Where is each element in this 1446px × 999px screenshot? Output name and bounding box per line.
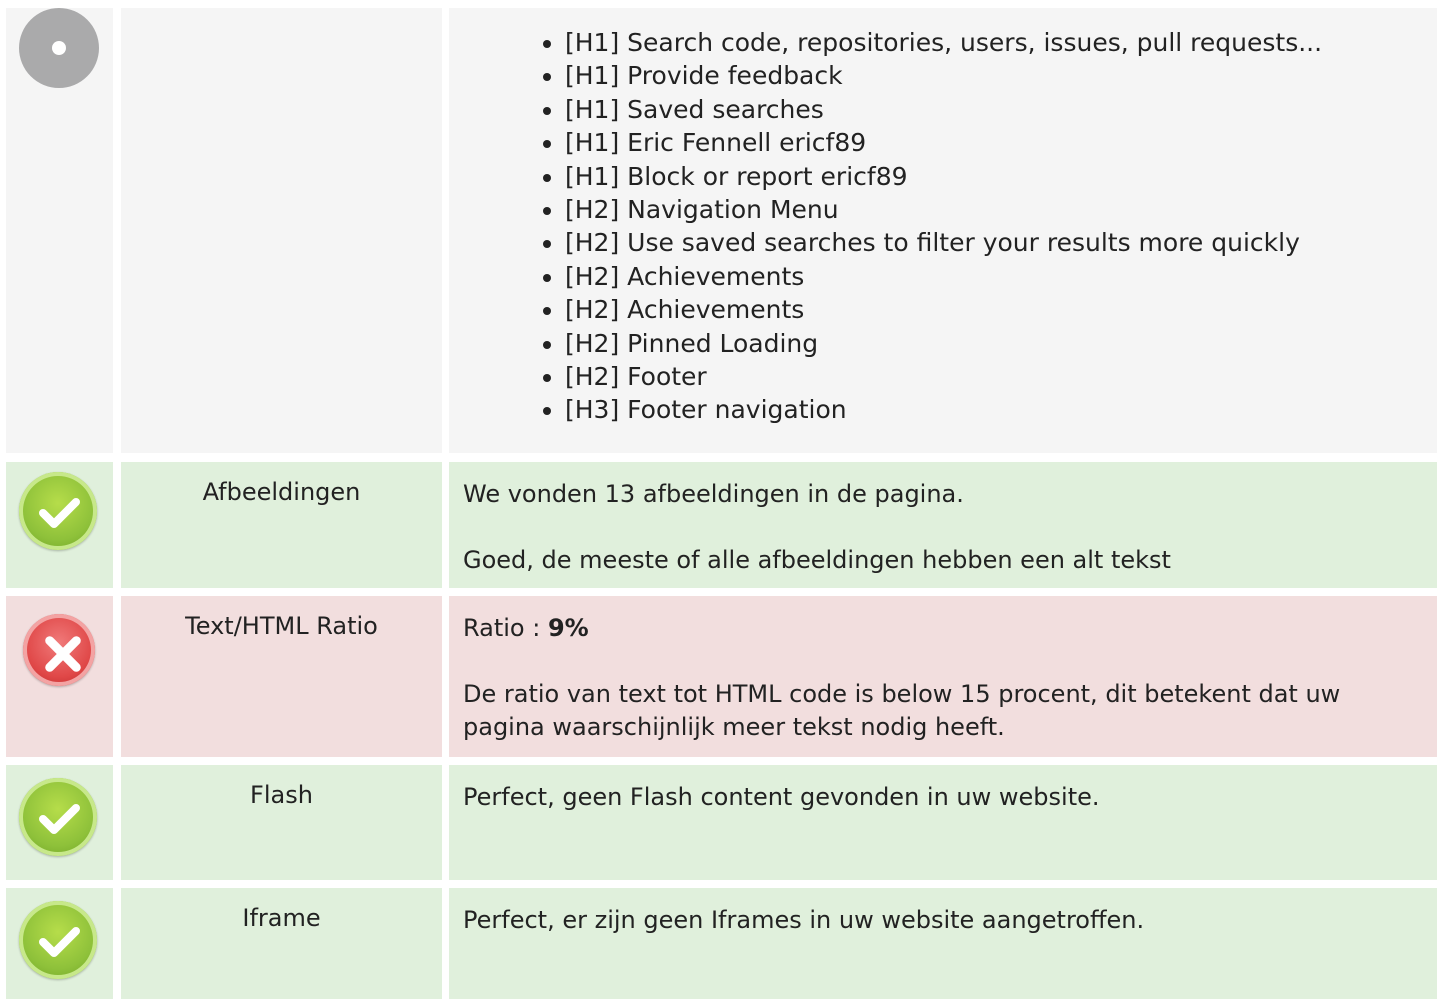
list-item: [H2] Use saved searches to filter your r… (565, 226, 1423, 259)
list-item: [H2] Achievements (565, 293, 1423, 326)
detail-line: Goed, de meeste of alle afbeeldingen heb… (463, 546, 1171, 574)
check-label: Afbeeldingen (121, 462, 442, 588)
content-cell: [H1] Search code, repositories, users, i… (449, 8, 1437, 453)
check-circle-icon (19, 901, 97, 979)
detail-line: Perfect, geen Flash content gevonden in … (463, 783, 1100, 811)
list-item: [H1] Eric Fennell ericf89 (565, 126, 1423, 159)
check-label: Iframe (121, 888, 442, 999)
status-cell (6, 888, 113, 999)
check-details: Perfect, geen Flash content gevonden in … (449, 765, 1437, 880)
headings-list: [H1] Search code, repositories, users, i… (463, 8, 1423, 427)
status-cell (6, 765, 113, 880)
headings-row: [H1] Search code, repositories, users, i… (0, 8, 1446, 453)
check-details: Ratio : 9% De ratio van text tot HTML co… (449, 596, 1437, 757)
images-row: Afbeeldingen We vonden 13 afbeeldingen i… (0, 462, 1446, 588)
list-item: [H2] Navigation Menu (565, 193, 1423, 226)
list-item: [H1] Search code, repositories, users, i… (565, 26, 1423, 59)
check-circle-icon (19, 778, 97, 856)
label-cell (121, 8, 442, 453)
status-cell (6, 462, 113, 588)
list-item: [H1] Block or report ericf89 (565, 160, 1423, 193)
info-circle-icon (19, 8, 99, 88)
check-circle-icon (19, 472, 97, 550)
detail-line: We vonden 13 afbeeldingen in de pagina. (463, 480, 964, 508)
check-details: We vonden 13 afbeeldingen in de pagina. … (449, 462, 1437, 588)
list-item: [H3] Footer navigation (565, 393, 1423, 426)
list-item: [H1] Provide feedback (565, 59, 1423, 92)
ratio-prefix: Ratio : (463, 614, 548, 642)
status-cell (6, 596, 113, 757)
check-label: Text/HTML Ratio (121, 596, 442, 757)
list-item: [H2] Achievements (565, 260, 1423, 293)
status-cell (6, 8, 113, 453)
iframe-row: Iframe Perfect, er zijn geen Iframes in … (0, 888, 1446, 999)
ratio-row: Text/HTML Ratio Ratio : 9% De ratio van … (0, 596, 1446, 757)
check-details: Perfect, er zijn geen Iframes in uw webs… (449, 888, 1437, 999)
list-item: [H1] Saved searches (565, 93, 1423, 126)
check-label: Flash (121, 765, 442, 880)
ratio-value: 9% (547, 614, 589, 642)
ratio-line: Ratio : 9% (463, 612, 1423, 645)
list-item: [H2] Footer (565, 360, 1423, 393)
flash-row: Flash Perfect, geen Flash content gevond… (0, 765, 1446, 880)
cross-circle-icon (23, 614, 95, 686)
detail-line: De ratio van text tot HTML code is below… (463, 680, 1341, 741)
detail-line: Perfect, er zijn geen Iframes in uw webs… (463, 906, 1145, 934)
list-item: [H2] Pinned Loading (565, 327, 1423, 360)
